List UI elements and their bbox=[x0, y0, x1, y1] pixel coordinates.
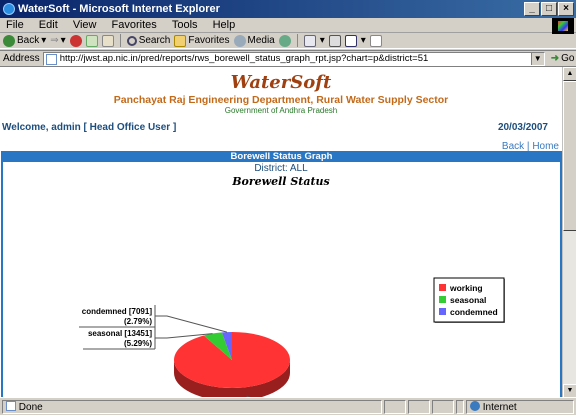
favorites-button[interactable]: Favorites bbox=[174, 33, 230, 49]
back-dropdown-icon: ▾ bbox=[41, 34, 47, 46]
callout-label-condemned: condemned [7091] bbox=[82, 307, 153, 316]
callout-percent-seasonal: (5.29%) bbox=[124, 339, 152, 348]
address-input[interactable]: http://jwst.ap.nic.in/pred/reports/rws_b… bbox=[42, 51, 545, 66]
graph-heading: Borewell Status Graph bbox=[1, 151, 562, 162]
close-button[interactable]: × bbox=[558, 2, 574, 16]
windows-logo-icon bbox=[552, 18, 574, 34]
legend-label-condemned: condemned bbox=[450, 307, 498, 317]
status-cell bbox=[384, 400, 406, 414]
page-viewport[interactable]: WaterSoft Panchayat Raj Engineering Depa… bbox=[0, 66, 576, 397]
search-label: Search bbox=[138, 34, 171, 46]
forward-button[interactable]: ⇒ ▾ bbox=[50, 33, 65, 49]
edit-dropdown-icon[interactable]: ▾ bbox=[361, 33, 366, 49]
window-title: WaterSoft - Microsoft Internet Explorer bbox=[18, 3, 220, 15]
go-label: Go bbox=[561, 53, 575, 64]
status-cell bbox=[456, 400, 464, 414]
forward-dropdown-icon: ▾ bbox=[60, 34, 66, 46]
menu-help[interactable]: Help bbox=[213, 19, 236, 31]
standard-toolbar: Back ▾ ⇒ ▾ Search Favorites Media ▾ ▾ bbox=[0, 33, 576, 49]
scroll-down-icon[interactable]: ▼ bbox=[563, 384, 576, 397]
menu-view[interactable]: View bbox=[73, 19, 97, 31]
search-icon bbox=[126, 35, 137, 46]
go-arrow-icon: ➜ bbox=[550, 53, 560, 64]
window-titlebar: WaterSoft - Microsoft Internet Explorer … bbox=[0, 0, 576, 18]
favorites-label: Favorites bbox=[188, 34, 230, 46]
go-button[interactable]: ➜ Go bbox=[551, 53, 575, 64]
menu-edit[interactable]: Edit bbox=[39, 19, 58, 31]
forward-arrow-icon: ⇒ bbox=[50, 34, 59, 46]
refresh-icon[interactable] bbox=[85, 34, 98, 47]
status-cell bbox=[432, 400, 454, 414]
minimize-button[interactable]: _ bbox=[524, 2, 540, 16]
pie-chart: working [233540](91.92%)seasonal [13451]… bbox=[79, 277, 505, 397]
history-icon[interactable] bbox=[278, 34, 291, 47]
government-name: Government of Andhra Pradesh bbox=[224, 106, 338, 115]
welcome-message: Welcome, admin [ Head Office User ] bbox=[2, 122, 177, 133]
menu-favorites[interactable]: Favorites bbox=[112, 19, 157, 31]
stop-icon[interactable] bbox=[69, 34, 82, 47]
favorites-icon bbox=[174, 34, 187, 47]
edit-icon[interactable] bbox=[344, 34, 357, 47]
legend-swatch-seasonal bbox=[439, 296, 446, 303]
print-icon[interactable] bbox=[328, 34, 341, 47]
status-text-cell: Done bbox=[2, 400, 382, 414]
legend-swatch-working bbox=[439, 284, 446, 291]
current-date: 20/03/2007 bbox=[497, 122, 548, 133]
mail-dropdown-icon[interactable]: ▾ bbox=[320, 33, 325, 49]
address-label: Address bbox=[3, 53, 40, 64]
callout-leader-condemned bbox=[155, 315, 228, 333]
callout-percent-condemned: (2.79%) bbox=[124, 317, 152, 326]
media-icon bbox=[233, 34, 246, 47]
media-label: Media bbox=[247, 34, 275, 46]
vertical-scrollbar[interactable]: ▲ ▼ bbox=[562, 67, 576, 397]
status-cell bbox=[408, 400, 430, 414]
scroll-up-icon[interactable]: ▲ bbox=[563, 67, 576, 81]
toolbar-separator bbox=[119, 34, 121, 47]
discuss-icon[interactable] bbox=[369, 34, 382, 47]
maximize-button[interactable]: □ bbox=[541, 2, 557, 16]
page-done-icon bbox=[6, 401, 16, 411]
back-arrow-icon bbox=[3, 34, 15, 47]
internet-globe-icon bbox=[470, 401, 480, 411]
status-bar: Done Internet bbox=[0, 397, 576, 415]
mail-icon[interactable] bbox=[303, 34, 316, 47]
ie-app-icon bbox=[3, 3, 15, 15]
menu-tools[interactable]: Tools bbox=[172, 19, 198, 31]
home-icon[interactable] bbox=[101, 34, 114, 47]
address-bar: Address http://jwst.ap.nic.in/pred/repor… bbox=[0, 50, 576, 66]
legend-label-seasonal: seasonal bbox=[450, 295, 486, 305]
search-button[interactable]: Search bbox=[126, 33, 171, 49]
menu-bar: File Edit View Favorites Tools Help bbox=[0, 18, 576, 34]
department-name: Panchayat Raj Engineering Department, Ru… bbox=[113, 94, 449, 106]
page-icon bbox=[45, 53, 57, 65]
scroll-thumb[interactable] bbox=[563, 81, 576, 231]
security-zone: Internet bbox=[482, 402, 517, 413]
callout-label-seasonal: seasonal [13451] bbox=[88, 329, 152, 338]
media-button[interactable]: Media bbox=[233, 33, 275, 49]
menu-file[interactable]: File bbox=[6, 19, 24, 31]
legend-swatch-condemned bbox=[439, 308, 446, 315]
back-label: Back bbox=[17, 34, 40, 46]
window-controls: _ □ × bbox=[524, 2, 574, 16]
legend-label-working: working bbox=[449, 283, 483, 293]
toolbar-separator bbox=[296, 34, 298, 47]
brand-title: WaterSoft bbox=[230, 72, 332, 93]
security-zone-cell: Internet bbox=[466, 400, 574, 414]
address-dropdown-icon[interactable]: ▼ bbox=[530, 52, 544, 65]
status-text: Done bbox=[18, 402, 43, 413]
address-url: http://jwst.ap.nic.in/pred/reports/rws_b… bbox=[59, 53, 429, 64]
back-button[interactable]: Back ▾ bbox=[3, 33, 46, 49]
pie-slice-working bbox=[174, 332, 291, 389]
page-header: WaterSoft Panchayat Raj Engineering Depa… bbox=[0, 67, 562, 152]
